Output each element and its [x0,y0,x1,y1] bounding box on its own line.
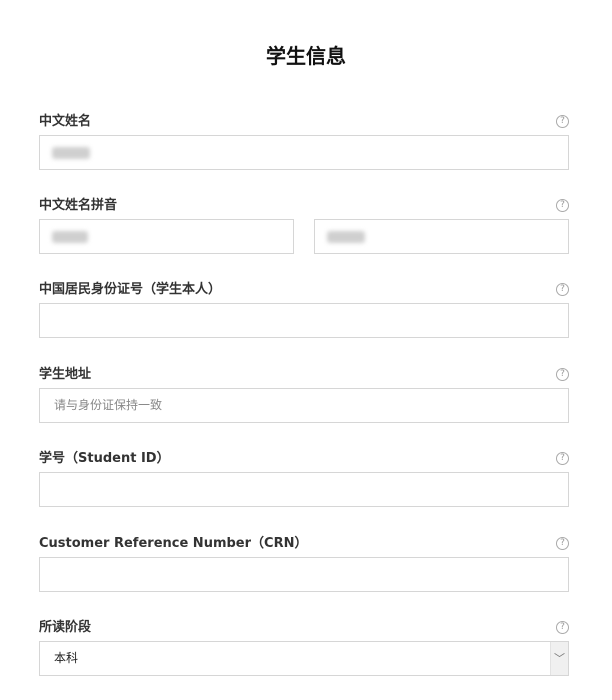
field-label: 中文姓名拼音 [39,198,118,213]
help-icon[interactable]: ? [556,537,569,550]
pinyin-given-name-input[interactable] [314,219,569,254]
chinese-name-input[interactable] [39,135,569,170]
help-icon[interactable]: ? [556,368,569,381]
pinyin-row [39,219,569,254]
field-pinyin: 中文姓名拼音 ? [39,197,569,254]
student-id-input[interactable] [39,472,569,507]
redacted-value [52,231,88,243]
redacted-value [327,231,365,243]
field-label: 学号（Student ID） [39,451,170,466]
redacted-value [52,147,90,159]
study-stage-select[interactable]: 本科 ﹀ [39,641,569,676]
field-label: 所读阶段 [39,620,92,635]
field-label: Customer Reference Number（CRN） [39,536,308,551]
student-info-form: 学生信息 中文姓名 ? 中文姓名拼音 ? 中国居民身份证号（学生本人） ? 学生… [0,0,612,700]
page-title: 学生信息 [266,44,346,68]
help-icon[interactable]: ? [556,283,569,296]
chevron-down-icon[interactable]: ﹀ [550,642,568,675]
field-chinese-name: 中文姓名 ? [39,113,569,170]
crn-input[interactable] [39,557,569,592]
field-student-id: 学号（Student ID） ? [39,450,569,507]
id-number-input[interactable] [39,303,569,338]
field-address: 学生地址 ? 请与身份证保持一致 [39,366,569,423]
help-icon[interactable]: ? [556,115,569,128]
help-icon[interactable]: ? [556,621,569,634]
field-label: 中文姓名 [39,114,92,129]
selected-value: 本科 [54,651,79,665]
help-icon[interactable]: ? [556,199,569,212]
field-study-stage: 所读阶段 ? 本科 ﹀ [39,619,569,676]
field-label: 学生地址 [39,367,92,382]
address-input[interactable]: 请与身份证保持一致 [39,388,569,423]
help-icon[interactable]: ? [556,452,569,465]
pinyin-surname-input[interactable] [39,219,294,254]
field-id-number: 中国居民身份证号（学生本人） ? [39,281,569,338]
field-label: 中国居民身份证号（学生本人） [39,282,222,297]
field-crn: Customer Reference Number（CRN） ? [39,535,569,592]
